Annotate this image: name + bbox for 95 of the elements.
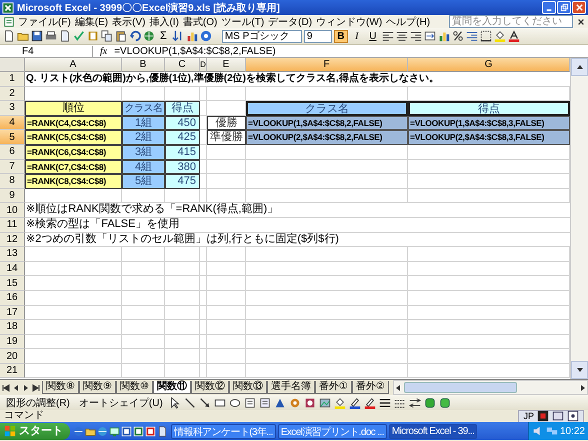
font-size-field[interactable]: 9	[304, 30, 332, 42]
spreadsheet-cell[interactable]: 得点	[165, 101, 200, 116]
menu-item[interactable]: 編集(E)	[74, 15, 110, 28]
spreadsheet-cell[interactable]: 4組	[122, 160, 165, 174]
row-header[interactable]: 9	[0, 188, 25, 204]
spreadsheet-cell[interactable]: ※2つめの引数「リストのセル範囲」は列,行ともに固定($列$行)	[25, 232, 570, 248]
sheet-tab[interactable]: 関数⑩	[116, 381, 153, 394]
spreadsheet-cell[interactable]: =RANK(C6,C$4:C$8)	[25, 144, 122, 160]
formula-field[interactable]: =VLOOKUP(1,$A$4:$C$8,2,FALSE)	[114, 46, 276, 56]
row-header[interactable]: 21	[0, 364, 25, 378]
spreadsheet-cell[interactable]: 5組	[122, 174, 165, 189]
spreadsheet-cell[interactable]: 475	[165, 174, 200, 189]
row-header[interactable]: 19	[0, 334, 25, 350]
sheet-tab[interactable]: 関数⑬	[228, 381, 267, 394]
draw-menu[interactable]: 図形の調整(R)	[3, 396, 73, 410]
spreadsheet-cell[interactable]: クラス名	[122, 101, 165, 116]
menu-item[interactable]: ウィンドウ(W)	[315, 15, 384, 28]
menu-item[interactable]: 挿入(I)	[148, 15, 180, 28]
sheet-tab[interactable]: 選手名簿	[266, 381, 315, 394]
spreadsheet-cell[interactable]: 3組	[122, 144, 165, 160]
spreadsheet-cell[interactable]: 1組	[122, 116, 165, 130]
sheet-tab[interactable]: 関数⑪	[152, 381, 191, 394]
column-header[interactable]: D	[200, 58, 207, 72]
spreadsheet-cell[interactable]: 415	[165, 144, 200, 160]
menu-item[interactable]: ツール(T)	[220, 15, 266, 28]
spreadsheet-cell[interactable]: 優勝	[207, 116, 246, 130]
taskbar-button[interactable]: Excel演習プリント.doc ...	[278, 424, 387, 438]
spreadsheet-cell[interactable]: 425	[165, 130, 200, 145]
row-header[interactable]: 10	[0, 203, 25, 218]
sheet-tab[interactable]: 関数⑫	[190, 381, 229, 394]
menu-item[interactable]: 書式(O)	[182, 15, 218, 28]
input-language-button[interactable]: JP	[523, 410, 534, 422]
name-box[interactable]: F4	[2, 46, 93, 56]
menu-item[interactable]: ファイル(F)	[17, 15, 72, 28]
menu-item[interactable]: 表示(V)	[111, 15, 146, 28]
spreadsheet-cell[interactable]: =VLOOKUP(1,$A$4:$C$8,3,FALSE)	[408, 116, 570, 130]
spreadsheet-cell[interactable]: =VLOOKUP(2,$A$4:$C$8,2,FALSE)	[246, 130, 408, 145]
column-header[interactable]: F	[246, 58, 408, 72]
column-header[interactable]: C	[165, 58, 200, 72]
column-header[interactable]: B	[122, 58, 165, 72]
insert-function-button[interactable]: fx	[97, 46, 110, 56]
spreadsheet-cell[interactable]: =VLOOKUP(1,$A$4:$C$8,2,FALSE)	[246, 116, 408, 130]
row-header[interactable]: 7	[0, 160, 25, 174]
spreadsheet-cell[interactable]: =RANK(C4,C$4:C$8)	[25, 116, 122, 130]
underline-button[interactable]: U	[366, 30, 380, 42]
autosum-button[interactable]: Σ	[157, 30, 170, 42]
taskbar-button[interactable]: Microsoft Excel - 39...	[388, 424, 478, 438]
menu-item[interactable]: データ(D)	[267, 15, 314, 28]
spreadsheet-cell[interactable]: Q. リスト(水色の範囲)から,優勝(1位),準優勝(2位)を検索してクラス名,得点を表示しなさい。	[25, 72, 570, 87]
help-search-field[interactable]: 質問を入力してください	[449, 15, 573, 28]
spreadsheet-cell[interactable]: 380	[165, 160, 200, 174]
column-header[interactable]: G	[408, 58, 570, 72]
autoshapes-menu[interactable]: オートシェイプ(U)	[76, 396, 166, 410]
clock: 10:22	[560, 426, 585, 436]
sheet-tab[interactable]: 番外②	[352, 381, 389, 394]
spreadsheet-cell[interactable]: =RANK(C7,C$4:C$8)	[25, 160, 122, 174]
row-header[interactable]: 16	[0, 290, 25, 306]
menu-item[interactable]: ヘルプ(H)	[385, 15, 432, 28]
row-header[interactable]: 4	[0, 116, 25, 130]
column-header[interactable]: A	[25, 58, 122, 72]
row-header[interactable]: 8	[0, 174, 25, 189]
row-header[interactable]: 5	[0, 130, 25, 145]
spreadsheet-cell[interactable]: 準優勝	[207, 130, 246, 145]
bold-button[interactable]: B	[334, 30, 348, 42]
spreadsheet-cell[interactable]: =RANK(C5,C$4:C$8)	[25, 130, 122, 145]
row-header[interactable]: 3	[0, 101, 25, 116]
window-title: Microsoft Excel - 3999〇〇Excel演習9.xls [読み取り専用]	[17, 2, 280, 14]
row-header[interactable]: 17	[0, 306, 25, 320]
sheet-tab[interactable]: 番外①	[314, 381, 352, 394]
font-name-field[interactable]: MS Pゴシック	[222, 30, 302, 42]
row-header[interactable]: 2	[0, 86, 25, 102]
row-header[interactable]: 14	[0, 262, 25, 276]
taskbar-button[interactable]: 情報科アンケート(3年...	[171, 424, 276, 438]
row-header[interactable]: 13	[0, 247, 25, 262]
spreadsheet-cell[interactable]: 得点	[408, 101, 570, 116]
spreadsheet-cell[interactable]: 450	[165, 116, 200, 130]
column-header[interactable]: E	[207, 58, 246, 72]
italic-button[interactable]: I	[350, 30, 364, 42]
spreadsheet-cell[interactable]: =VLOOKUP(2,$A$4:$C$8,3,FALSE)	[408, 130, 570, 145]
spreadsheet-cell[interactable]: ※順位はRANK関数で求める「=RANK(得点,範囲)」	[25, 203, 570, 218]
row-header[interactable]: 18	[0, 320, 25, 335]
row-header[interactable]: 11	[0, 218, 25, 233]
row-header[interactable]: 15	[0, 276, 25, 291]
spreadsheet-cell[interactable]: クラス名	[246, 101, 408, 116]
spreadsheet-cell[interactable]: 順位	[25, 101, 122, 116]
sheet-tab[interactable]: 関数⑧	[42, 381, 79, 394]
row-header[interactable]: 20	[0, 349, 25, 364]
row-header[interactable]: 1	[0, 72, 25, 87]
row-header[interactable]: 12	[0, 232, 25, 248]
row-header[interactable]: 6	[0, 144, 25, 160]
spreadsheet-cell[interactable]: ※検索の型は「FALSE」を使用	[25, 218, 570, 233]
sheet-tab[interactable]: 関数⑨	[78, 381, 116, 394]
spreadsheet-cell[interactable]: =RANK(C8,C$4:C$8)	[25, 174, 122, 189]
spreadsheet-cell[interactable]: 2組	[122, 130, 165, 145]
status-text: コマンド	[4, 410, 44, 422]
